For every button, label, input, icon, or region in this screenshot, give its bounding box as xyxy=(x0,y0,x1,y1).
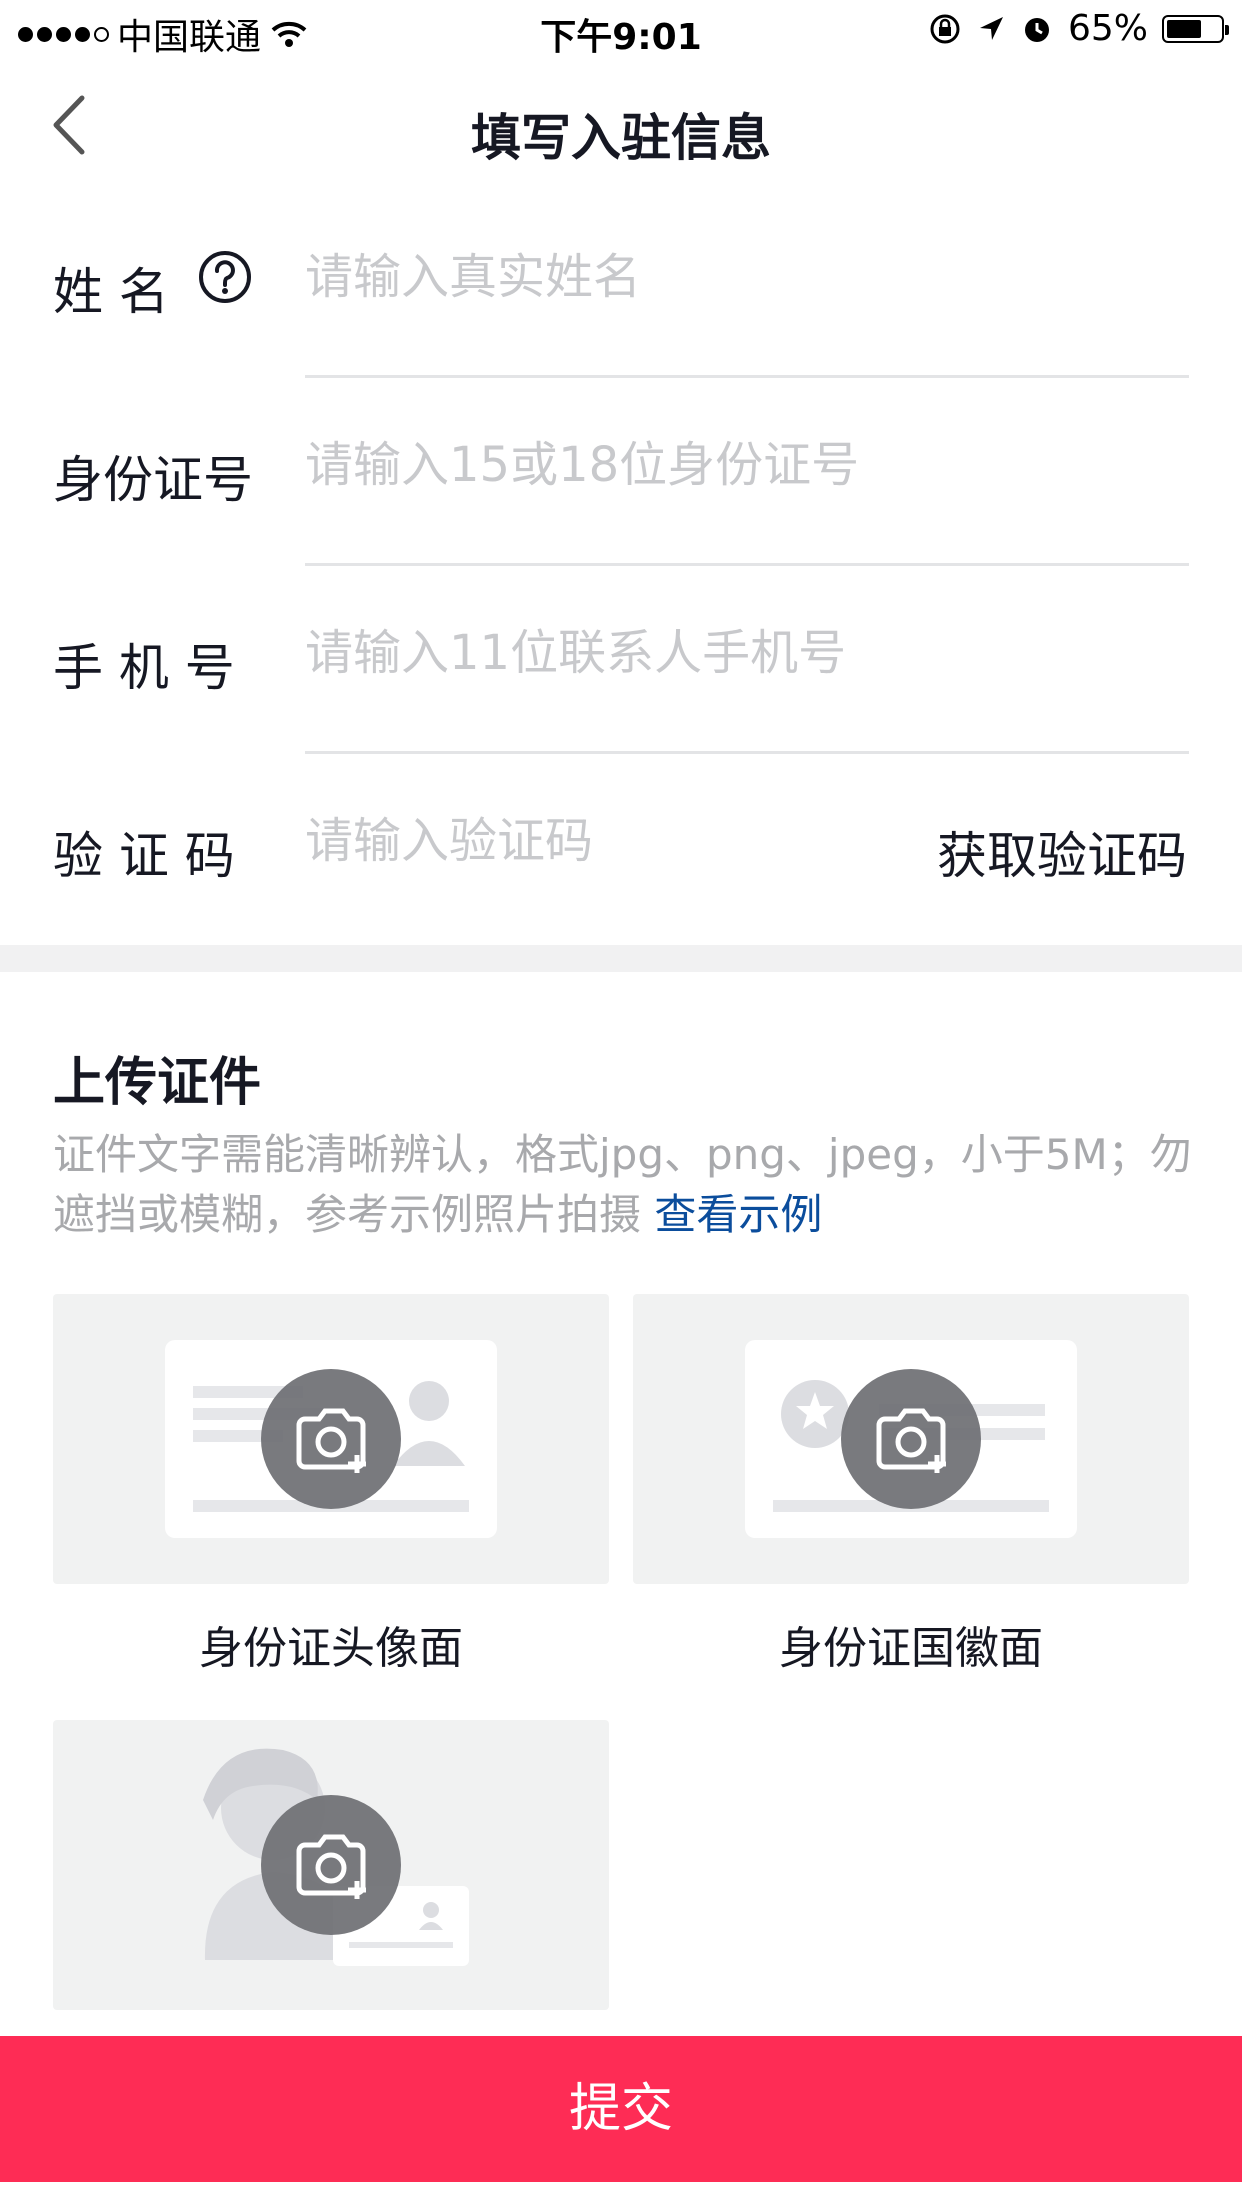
upload-description-text: 证件文字需能清晰辨认，格式jpg、png、jpeg，小于5M；勿遮挡或模糊，参考… xyxy=(53,1130,1192,1239)
nav-bar: 填写入驻信息 xyxy=(0,60,1242,190)
submit-button[interactable]: 提交 xyxy=(0,2036,1242,2182)
upload-description: 证件文字需能清晰辨认，格式jpg、png、jpeg，小于5M；勿遮挡或模糊，参考… xyxy=(53,1125,1193,1245)
code-label: 验 证 码 xyxy=(53,827,235,885)
upload-card-id-back[interactable] xyxy=(633,1294,1189,1584)
section-divider xyxy=(0,945,1242,972)
name-input[interactable] xyxy=(305,242,1185,312)
alarm-icon xyxy=(1024,17,1049,42)
upload-card-id-front[interactable] xyxy=(53,1294,609,1584)
upload-title: 上传证件 xyxy=(53,1053,262,1113)
card-caption: 身份证国徽面 xyxy=(779,1623,1043,1674)
upload-card-holding-id[interactable] xyxy=(53,1720,609,2010)
battery-percent: 65% xyxy=(1067,8,1148,49)
id-number-input[interactable] xyxy=(305,430,1185,500)
name-label: 姓 名 xyxy=(53,263,169,321)
camera-plus-icon[interactable] xyxy=(261,1369,401,1509)
view-example-link[interactable]: 查看示例 xyxy=(654,1190,822,1239)
form-row-name: 姓 名 xyxy=(0,190,1242,378)
code-input[interactable] xyxy=(305,806,905,876)
id-number-label: 身份证号 xyxy=(53,451,253,509)
camera-plus-icon[interactable] xyxy=(261,1795,401,1935)
form-row-code: 验 证 码 获取验证码 xyxy=(0,754,1242,942)
status-right: 65% xyxy=(928,8,1229,49)
form-row-phone: 手 机 号 xyxy=(0,566,1242,754)
question-circle-icon[interactable] xyxy=(198,250,252,304)
form-row-id-number: 身份证号 xyxy=(0,378,1242,566)
camera-plus-icon[interactable] xyxy=(841,1369,981,1509)
page-title: 填写入驻信息 xyxy=(471,109,771,167)
get-code-button[interactable]: 获取验证码 xyxy=(937,816,1187,888)
phone-label: 手 机 号 xyxy=(53,639,235,697)
status-bar: 中国联通 下午9:01 65% xyxy=(0,0,1242,60)
phone-input[interactable] xyxy=(305,618,1185,688)
card-caption: 身份证头像面 xyxy=(199,1623,463,1674)
rotation-lock-icon xyxy=(930,14,960,43)
location-arrow-icon xyxy=(979,16,1003,40)
battery-icon xyxy=(1162,14,1229,43)
